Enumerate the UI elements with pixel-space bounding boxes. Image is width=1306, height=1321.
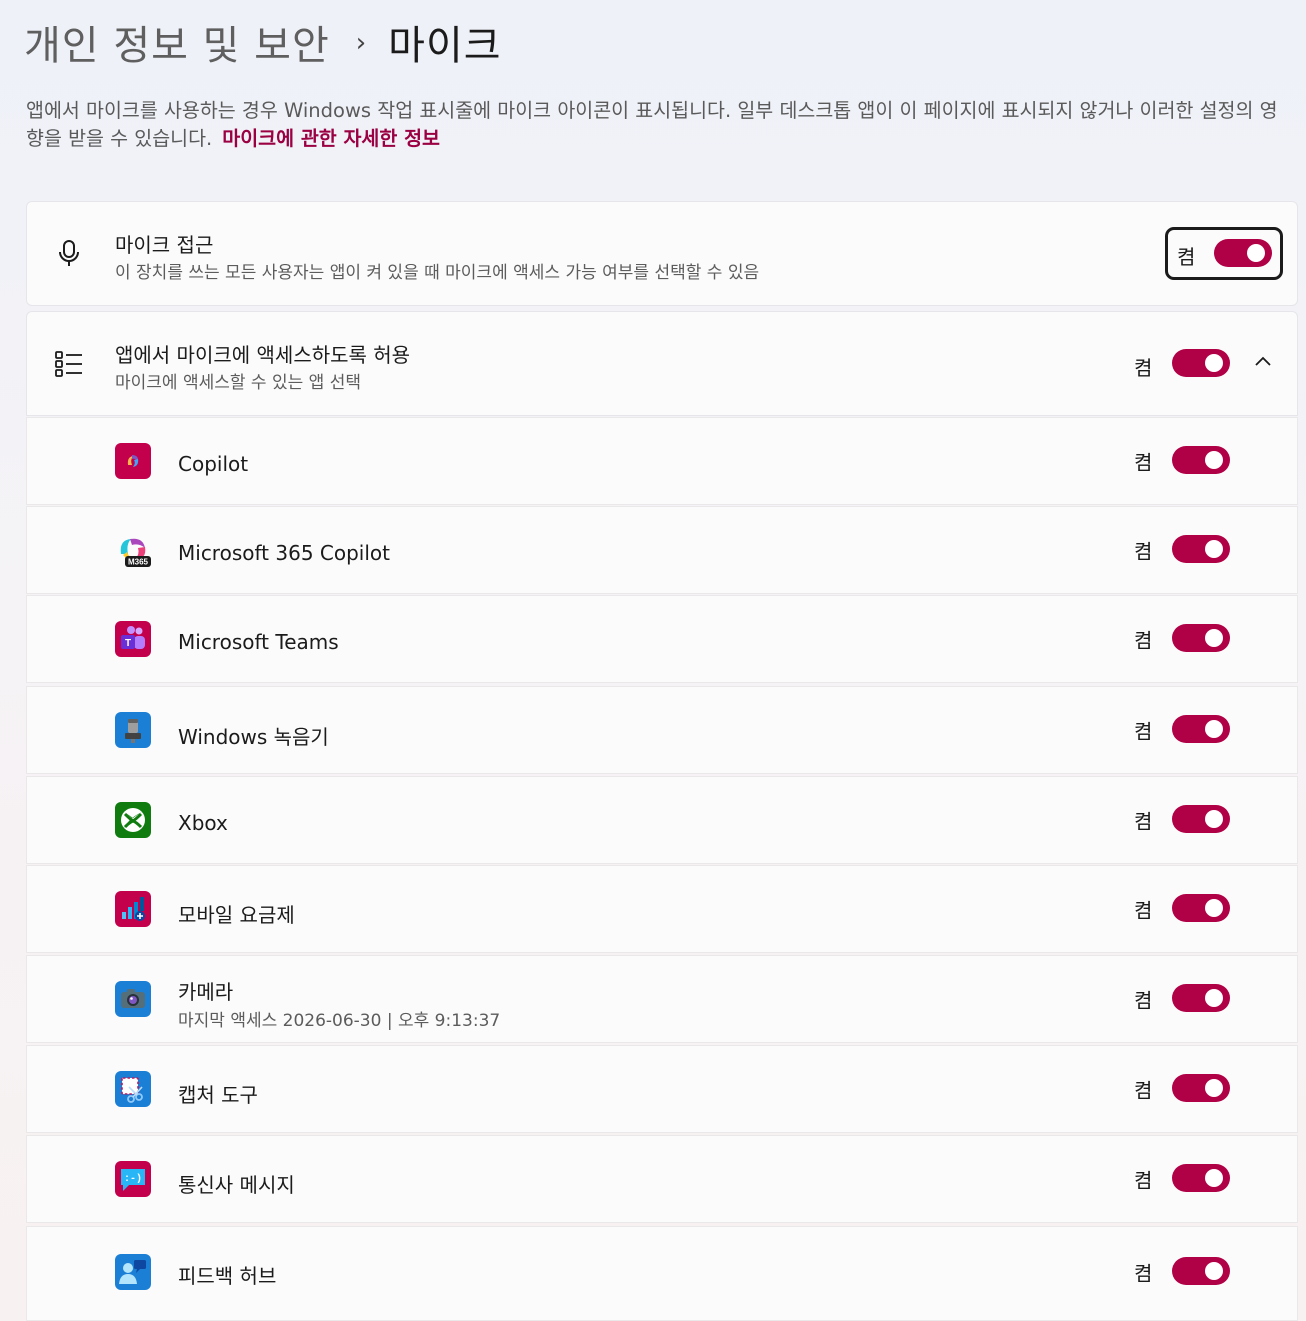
app-name: Xbox	[178, 811, 228, 835]
app-state: 켬	[1134, 450, 1153, 475]
camera-icon	[115, 981, 151, 1017]
mobile-plans-toggle[interactable]	[1172, 894, 1230, 922]
teams-toggle[interactable]	[1172, 624, 1230, 652]
carrier-messaging-toggle[interactable]	[1172, 1164, 1230, 1192]
toggle-knob	[1205, 1262, 1223, 1280]
app-state: 켬	[1134, 809, 1153, 834]
toggle-knob	[1205, 1079, 1223, 1097]
app-row-carrier-messaging: :-) 통신사 메시지 켬	[26, 1135, 1298, 1223]
svg-text:T: T	[125, 638, 131, 649]
voice-recorder-toggle[interactable]	[1172, 715, 1230, 743]
breadcrumb-parent-link[interactable]: 개인 정보 및 보안	[24, 13, 330, 71]
xbox-toggle[interactable]	[1172, 805, 1230, 833]
teams-icon: T	[115, 621, 151, 657]
app-access-title: 앱에서 마이크에 액세스하도록 허용	[115, 343, 411, 367]
microphone-access-subtitle: 이 장치를 쓰는 모든 사용자는 앱이 켜 있을 때 마이크에 액세스 가능 여…	[115, 263, 760, 283]
m365-copilot-toggle[interactable]	[1172, 535, 1230, 563]
app-row-mobile-plans: 모바일 요금제 켬	[26, 865, 1298, 953]
m365-copilot-icon: M365	[115, 532, 151, 568]
app-name: Microsoft 365 Copilot	[178, 541, 390, 565]
copilot-toggle[interactable]	[1172, 446, 1230, 474]
camera-toggle[interactable]	[1172, 984, 1230, 1012]
app-state: 켬	[1134, 719, 1153, 744]
learn-more-link[interactable]: 마이크에 관한 자세한 정보	[222, 127, 440, 150]
copilot-icon	[115, 443, 151, 479]
xbox-icon	[115, 802, 151, 838]
toggle-knob	[1205, 720, 1223, 738]
svg-text::-): :-)	[124, 1173, 142, 1185]
app-name: Windows 녹음기	[178, 725, 329, 749]
svg-text:M365: M365	[128, 558, 149, 567]
microphone-access-toggle[interactable]	[1214, 239, 1272, 267]
toggle-knob	[1205, 629, 1223, 647]
app-state: 켬	[1134, 1078, 1153, 1103]
list-icon	[55, 349, 83, 379]
toggle-knob	[1205, 989, 1223, 1007]
voice-recorder-icon	[115, 712, 151, 748]
breadcrumb: 개인 정보 및 보안 › 마이크	[24, 12, 502, 72]
page-title: 마이크	[388, 23, 502, 69]
app-state: 켬	[1134, 628, 1153, 653]
app-row-feedback-hub: 피드백 허브 켬	[26, 1226, 1298, 1321]
app-name: Microsoft Teams	[178, 630, 339, 654]
app-name: 피드백 허브	[178, 1264, 277, 1288]
chevron-up-icon[interactable]	[1253, 352, 1273, 372]
app-access-state: 켬	[1134, 356, 1153, 380]
app-name: 캡처 도구	[178, 1083, 258, 1107]
microphone-access-state: 켬	[1177, 245, 1196, 269]
app-state: 켬	[1134, 539, 1153, 564]
page-description: 앱에서 마이크를 사용하는 경우 Windows 작업 표시줄에 마이크 아이콘…	[26, 97, 1294, 153]
toggle-knob	[1205, 1169, 1223, 1187]
toggle-knob	[1205, 540, 1223, 558]
toggle-knob	[1205, 810, 1223, 828]
toggle-knob	[1205, 899, 1223, 917]
app-state: 켬	[1134, 898, 1153, 923]
description-text: 앱에서 마이크를 사용하는 경우 Windows 작업 표시줄에 마이크 아이콘…	[26, 99, 1278, 150]
toggle-knob	[1247, 244, 1265, 262]
toggle-knob	[1205, 451, 1223, 469]
app-name: 통신사 메시지	[178, 1173, 295, 1197]
app-name: 카메라	[178, 980, 234, 1004]
feedback-hub-toggle[interactable]	[1172, 1257, 1230, 1285]
toggle-knob	[1205, 354, 1223, 372]
app-name: 모바일 요금제	[178, 903, 295, 927]
app-row-m365-copilot: M365 Microsoft 365 Copilot 켬	[26, 506, 1298, 594]
app-state: 켬	[1134, 1168, 1153, 1193]
app-row-camera: 카메라 마지막 액세스 2026-06-30 | 오후 9:13:37 켬	[26, 955, 1298, 1043]
snipping-tool-toggle[interactable]	[1172, 1074, 1230, 1102]
app-row-voice-recorder: Windows 녹음기 켬	[26, 686, 1298, 774]
app-access-subtitle: 마이크에 액세스할 수 있는 앱 선택	[115, 373, 361, 393]
feedback-hub-icon	[115, 1254, 151, 1290]
app-row-teams: T Microsoft Teams 켬	[26, 595, 1298, 683]
camera-last-access: 마지막 액세스 2026-06-30 | 오후 9:13:37	[178, 1011, 501, 1031]
breadcrumb-separator-icon: ›	[355, 28, 367, 58]
carrier-messaging-icon: :-)	[115, 1161, 151, 1197]
app-row-copilot: Copilot 켬	[26, 417, 1298, 505]
microphone-access-card: 마이크 접근 이 장치를 쓰는 모든 사용자는 앱이 켜 있을 때 마이크에 액…	[26, 201, 1298, 306]
app-access-card[interactable]: 앱에서 마이크에 액세스하도록 허용 마이크에 액세스할 수 있는 앱 선택 켬	[26, 311, 1298, 416]
mobile-plans-icon	[115, 891, 151, 927]
microphone-icon	[55, 239, 83, 269]
microphone-access-title: 마이크 접근	[115, 233, 214, 257]
app-row-snipping-tool: 캡처 도구 켬	[26, 1045, 1298, 1133]
snipping-tool-icon	[115, 1071, 151, 1107]
app-row-xbox: Xbox 켬	[26, 776, 1298, 864]
app-state: 켬	[1134, 1261, 1153, 1286]
app-access-toggle[interactable]	[1172, 349, 1230, 377]
app-state: 켬	[1134, 988, 1153, 1013]
app-name: Copilot	[178, 452, 249, 476]
